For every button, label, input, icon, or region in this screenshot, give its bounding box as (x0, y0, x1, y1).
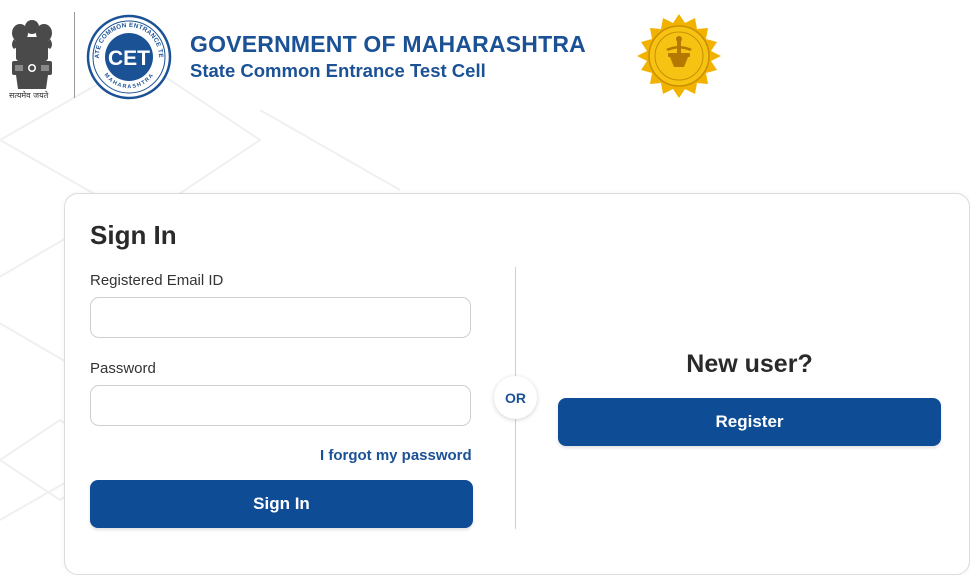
cet-logo-text: CET (108, 47, 150, 70)
or-badge: OR (494, 376, 537, 419)
cet-logo-icon: STATE COMMON ENTRANCE TEST MAHARASHTRA C… (86, 14, 172, 100)
email-label: Registered Email ID (90, 272, 224, 289)
password-field[interactable] (90, 385, 471, 426)
new-user-heading: New user? (686, 350, 813, 378)
org-title: GOVERNMENT OF MAHARASHTRA (190, 31, 586, 57)
site-header: सत्यमेव जयते STATE COMMON ENTRANCE TEST … (0, 0, 970, 110)
signin-button[interactable]: Sign In (90, 480, 473, 528)
register-button[interactable]: Register (558, 398, 941, 446)
org-subtitle: State Common Entrance Test Cell (190, 60, 486, 81)
email-field[interactable] (90, 297, 471, 338)
maharashtra-seal-icon (637, 14, 721, 98)
signin-heading: Sign In (90, 220, 177, 250)
emblem-caption: सत्यमेव जयते (9, 91, 49, 100)
password-label: Password (90, 360, 156, 377)
forgot-password-link[interactable]: I forgot my password (320, 447, 472, 464)
ashoka-emblem-icon (12, 20, 52, 89)
header-divider (74, 12, 75, 98)
